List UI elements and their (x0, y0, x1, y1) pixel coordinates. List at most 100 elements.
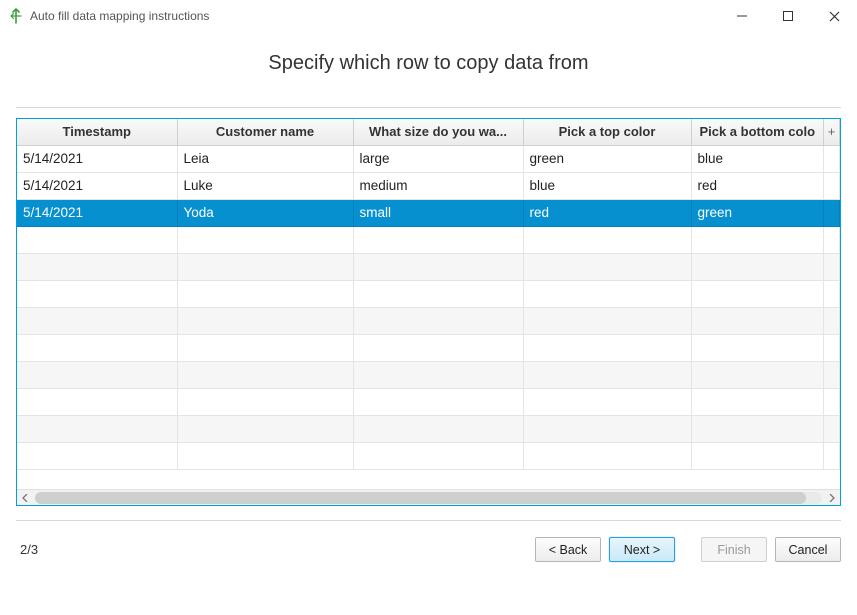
table-cell-empty (177, 388, 353, 415)
table-cell-extra (824, 145, 840, 172)
table-cell-empty (691, 388, 824, 415)
table-cell-empty (824, 280, 840, 307)
table-cell-empty (523, 226, 691, 253)
table-cell-empty (177, 226, 353, 253)
scroll-track[interactable] (35, 492, 822, 504)
table-cell-empty (691, 307, 824, 334)
maximize-button[interactable] (765, 0, 811, 32)
col-header-bottom-color[interactable]: Pick a bottom colo (691, 119, 824, 145)
col-header-size[interactable]: What size do you wa... (353, 119, 523, 145)
table-cell-empty (523, 253, 691, 280)
table-cell-empty (523, 415, 691, 442)
col-header-customer-name[interactable]: Customer name (177, 119, 353, 145)
table-cell-empty (353, 388, 523, 415)
table-row-empty (17, 361, 840, 388)
close-button[interactable] (811, 0, 857, 32)
table-cell-empty (824, 415, 840, 442)
table-cell: Leia (177, 145, 353, 172)
heading-area: Specify which row to copy data from (0, 32, 857, 93)
table-cell-empty (523, 442, 691, 469)
table-cell-empty (523, 334, 691, 361)
table-cell-empty (353, 307, 523, 334)
table-cell-empty (523, 307, 691, 334)
table-row[interactable]: 5/14/2021Leialargegreenblue (17, 145, 840, 172)
table-row-empty (17, 442, 840, 469)
table-row[interactable]: 5/14/2021Lukemediumbluered (17, 172, 840, 199)
window-title: Auto fill data mapping instructions (30, 9, 719, 23)
footer: 2/3 < Back Next > Finish Cancel (0, 521, 857, 562)
table-cell-empty (523, 388, 691, 415)
table-row-empty (17, 415, 840, 442)
data-grid[interactable]: Timestamp Customer name What size do you… (17, 119, 840, 489)
table-cell-empty (17, 253, 177, 280)
table-cell-empty (17, 442, 177, 469)
table-cell-empty (177, 361, 353, 388)
table-cell-extra (824, 199, 840, 226)
table-header-row: Timestamp Customer name What size do you… (17, 119, 840, 145)
table-cell-empty (353, 226, 523, 253)
table-cell-empty (691, 280, 824, 307)
titlebar: Auto fill data mapping instructions (0, 0, 857, 32)
table-row-empty (17, 307, 840, 334)
col-header-top-color[interactable]: Pick a top color (523, 119, 691, 145)
table-cell-empty (523, 361, 691, 388)
back-button[interactable]: < Back (535, 537, 601, 562)
table-row[interactable]: 5/14/2021Yodasmallredgreen (17, 199, 840, 226)
table-cell: medium (353, 172, 523, 199)
table-cell: Yoda (177, 199, 353, 226)
table-cell: large (353, 145, 523, 172)
table-cell-empty (353, 442, 523, 469)
table-cell: Luke (177, 172, 353, 199)
table-cell: 5/14/2021 (17, 172, 177, 199)
table-cell-empty (691, 442, 824, 469)
minimize-button[interactable] (719, 0, 765, 32)
table-cell-empty (17, 334, 177, 361)
table-cell-empty (177, 442, 353, 469)
horizontal-scrollbar[interactable] (17, 489, 840, 505)
data-table: Timestamp Customer name What size do you… (17, 119, 840, 470)
finish-button[interactable]: Finish (701, 537, 767, 562)
page-heading: Specify which row to copy data from (0, 52, 857, 75)
scroll-thumb[interactable] (35, 492, 806, 504)
table-cell-empty (824, 334, 840, 361)
table-cell: blue (691, 145, 824, 172)
table-cell-empty (824, 253, 840, 280)
table-cell-empty (691, 226, 824, 253)
table-cell-empty (824, 442, 840, 469)
table-cell-empty (353, 253, 523, 280)
table-cell: red (691, 172, 824, 199)
window-controls (719, 0, 857, 32)
scroll-right-arrow[interactable] (824, 490, 840, 506)
table-cell: green (691, 199, 824, 226)
col-header-timestamp[interactable]: Timestamp (17, 119, 177, 145)
col-header-add[interactable]: + (824, 119, 840, 145)
table-cell-empty (17, 226, 177, 253)
scroll-left-arrow[interactable] (17, 490, 33, 506)
table-row-empty (17, 388, 840, 415)
cancel-button[interactable]: Cancel (775, 537, 841, 562)
table-body: 5/14/2021Leialargegreenblue5/14/2021Luke… (17, 145, 840, 469)
table-cell-empty (353, 334, 523, 361)
table-cell-empty (353, 415, 523, 442)
table-cell: small (353, 199, 523, 226)
heading-divider (16, 107, 841, 108)
table-cell-empty (177, 415, 353, 442)
table-row-empty (17, 334, 840, 361)
table-cell-empty (17, 307, 177, 334)
table-cell-empty (353, 361, 523, 388)
next-button[interactable]: Next > (609, 537, 675, 562)
table-cell-extra (824, 172, 840, 199)
table-cell: 5/14/2021 (17, 199, 177, 226)
table-cell-empty (824, 226, 840, 253)
table-row-empty (17, 226, 840, 253)
table-cell-empty (353, 280, 523, 307)
table-cell-empty (177, 253, 353, 280)
table-cell-empty (177, 307, 353, 334)
table-cell-empty (523, 280, 691, 307)
table-cell-empty (177, 280, 353, 307)
table-row-empty (17, 253, 840, 280)
table-cell-empty (17, 415, 177, 442)
app-icon (8, 8, 24, 24)
table-cell: red (523, 199, 691, 226)
table-cell-empty (691, 361, 824, 388)
